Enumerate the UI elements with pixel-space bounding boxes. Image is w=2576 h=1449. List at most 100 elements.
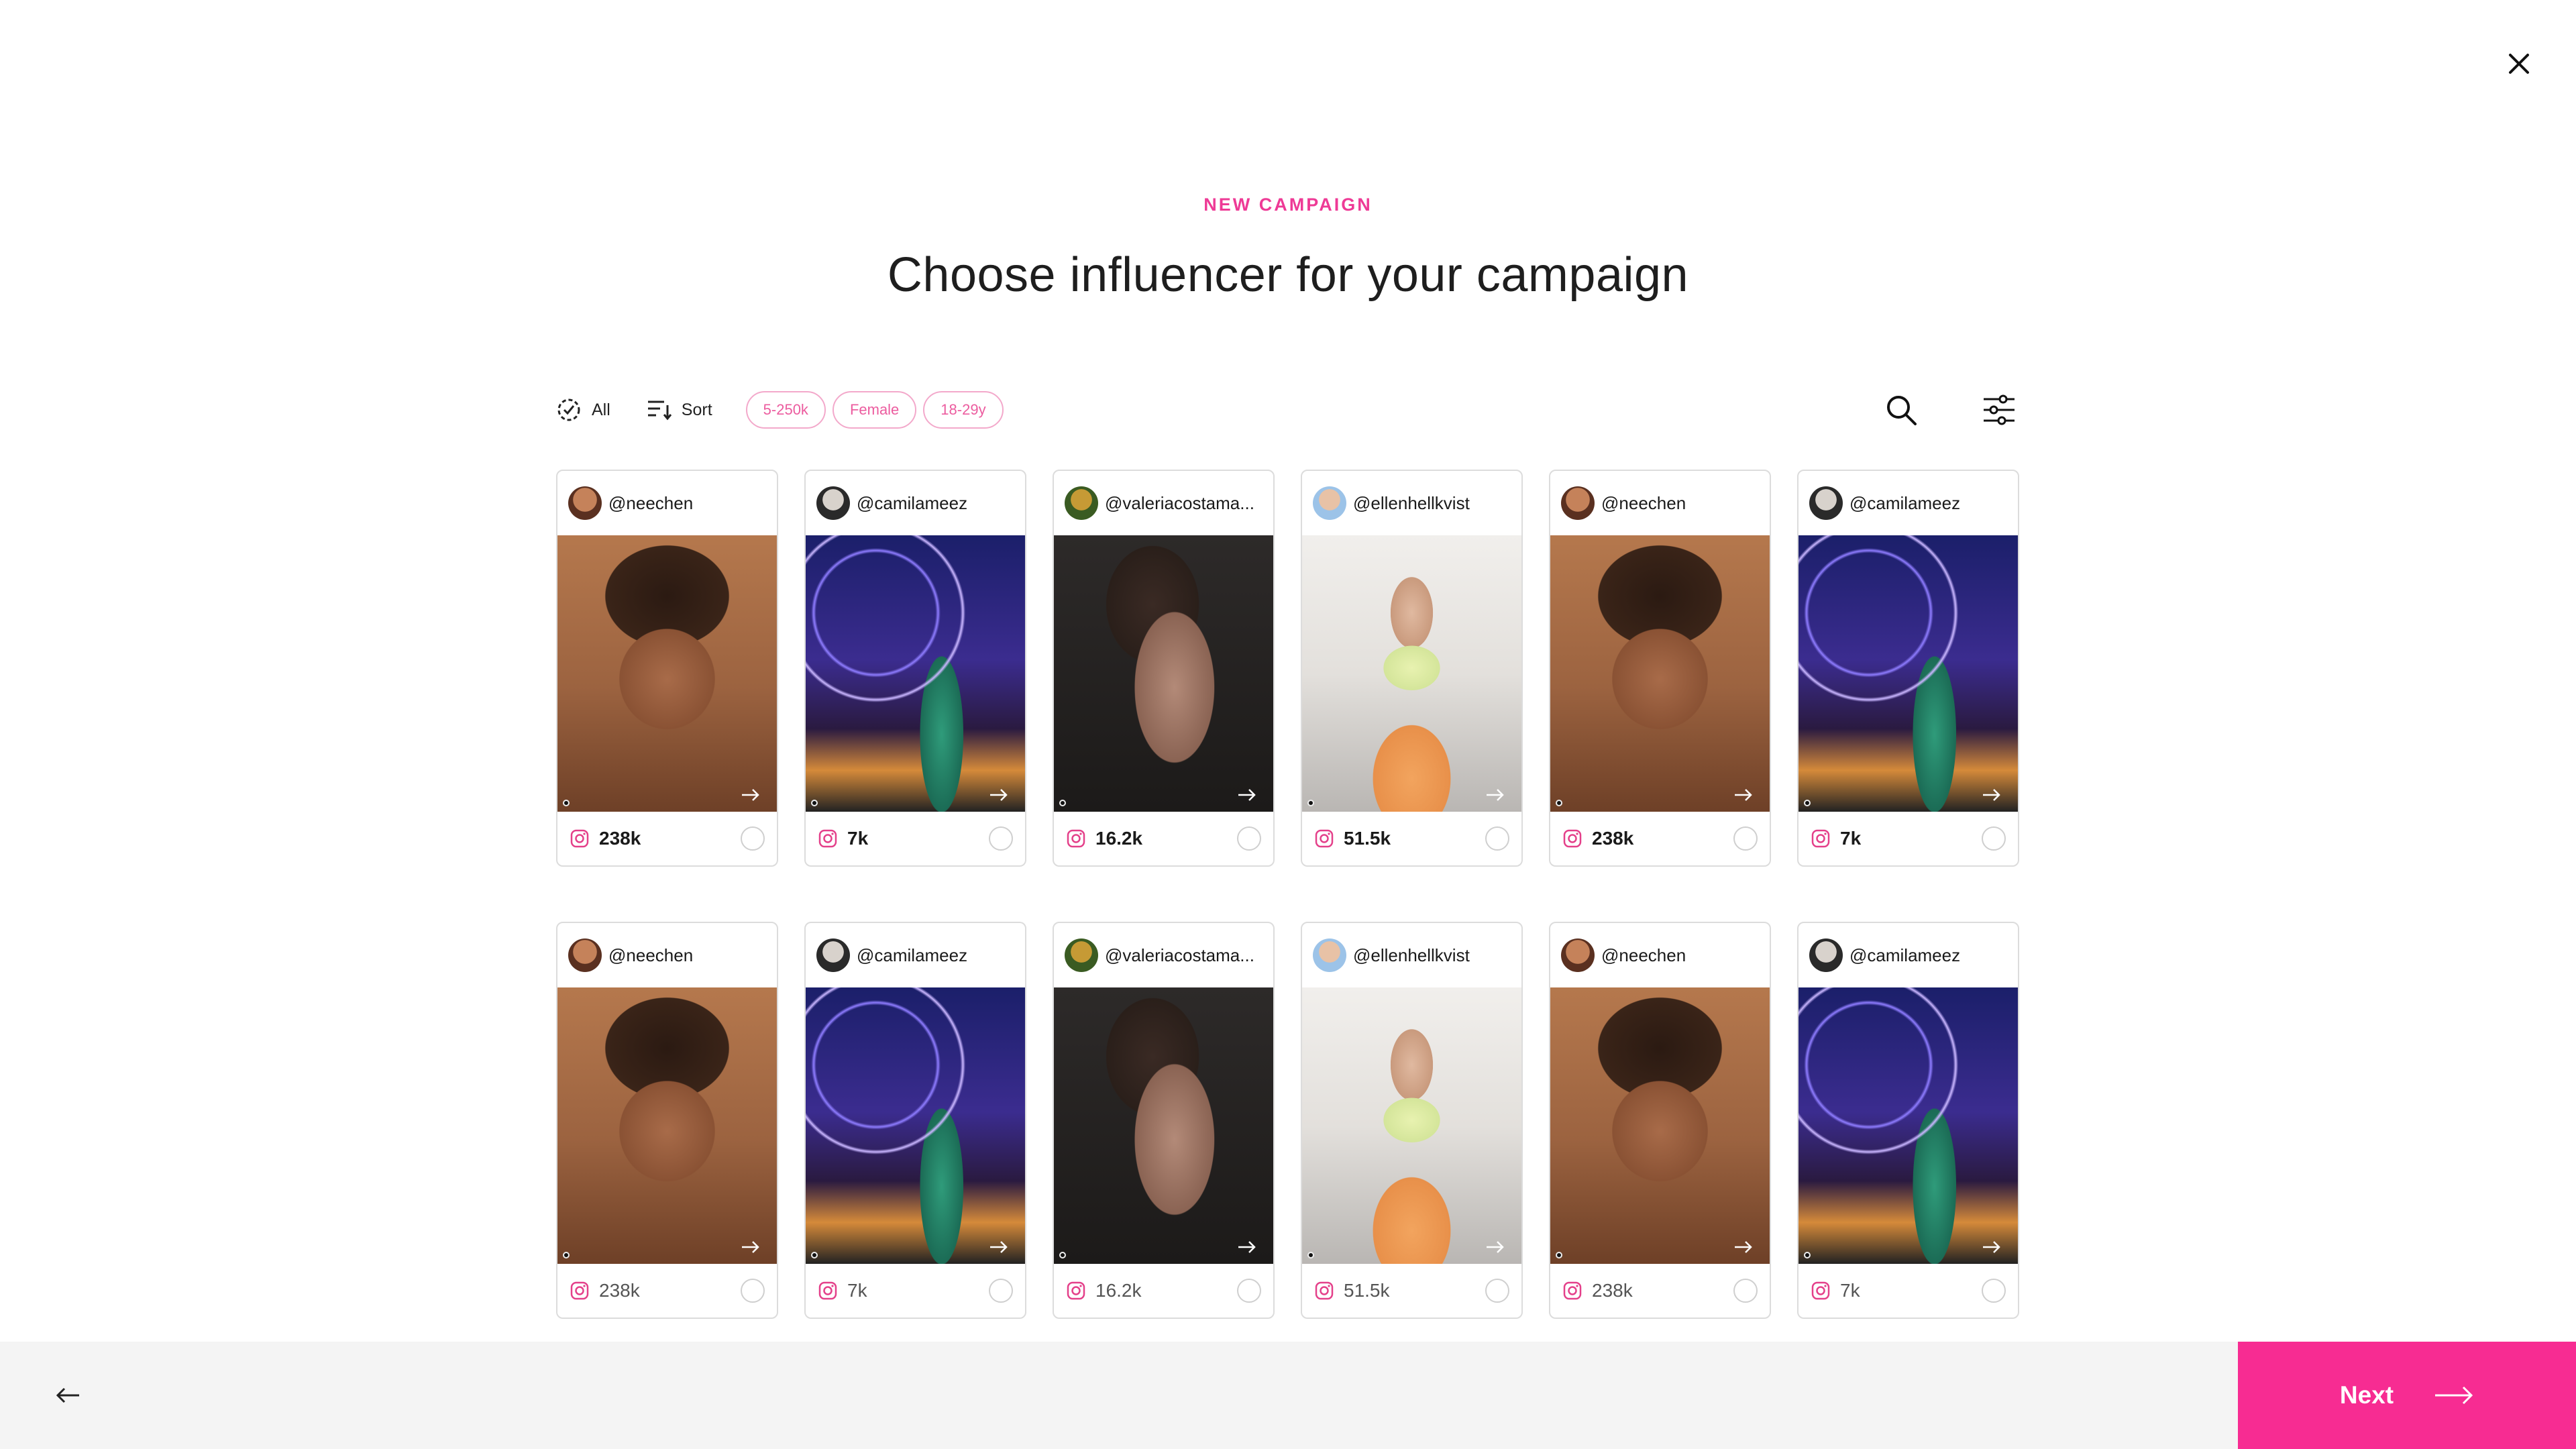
instagram-icon — [570, 1281, 589, 1300]
open-profile-arrow-icon[interactable] — [1237, 788, 1257, 802]
select-radio[interactable] — [1982, 826, 2006, 851]
card-footer: 7k — [806, 812, 1025, 865]
media-indicator — [1804, 1252, 1811, 1258]
filters-button[interactable] — [1978, 388, 2021, 431]
card-footer: 238k — [1550, 812, 1770, 865]
influencer-handle: @camilameez — [1849, 945, 1961, 965]
select-radio[interactable] — [989, 826, 1013, 851]
influencer-handle: @neechen — [608, 492, 694, 513]
influencer-handle: @camilameez — [857, 492, 968, 513]
card-footer: 16.2k — [1054, 1264, 1273, 1318]
instagram-icon — [1315, 829, 1334, 848]
influencer-handle: @ellenhellkvist — [1353, 492, 1470, 513]
select-radio[interactable] — [1485, 826, 1509, 851]
select-radio[interactable] — [989, 1279, 1013, 1303]
influencer-card[interactable]: @camilameez 7k — [1797, 470, 2019, 867]
all-filter-button[interactable]: All — [555, 396, 610, 423]
search-button[interactable] — [1880, 388, 1923, 431]
influencer-card[interactable]: @valeriacostama... 16.2k — [1053, 922, 1275, 1319]
influencer-card[interactable]: @ellenhellkvist 51.5k — [1301, 922, 1523, 1319]
influencer-card[interactable]: @neechen 238k — [1549, 470, 1771, 867]
influencer-photo[interactable] — [806, 535, 1025, 812]
influencer-photo[interactable] — [806, 987, 1025, 1264]
open-profile-arrow-icon[interactable] — [741, 788, 761, 802]
select-radio[interactable] — [1982, 1279, 2006, 1303]
card-footer: 7k — [1799, 812, 2018, 865]
influencer-grid: @neechen 238k @camilameez 7k @valeriacostama… — [556, 470, 2020, 1319]
media-indicator — [1307, 1252, 1314, 1258]
media-indicator — [811, 1252, 818, 1258]
influencer-card[interactable]: @valeriacostama... 16.2k — [1053, 470, 1275, 867]
media-indicator — [1307, 800, 1314, 806]
card-header: @ellenhellkvist — [1302, 923, 1521, 987]
influencer-photo[interactable] — [1550, 987, 1770, 1264]
select-radio[interactable] — [1733, 826, 1758, 851]
open-profile-arrow-icon[interactable] — [1982, 1240, 2002, 1254]
open-profile-arrow-icon[interactable] — [1485, 1240, 1505, 1254]
influencer-card[interactable]: @camilameez 7k — [804, 470, 1026, 867]
sort-button[interactable]: Sort — [647, 398, 712, 421]
influencer-photo[interactable] — [1302, 987, 1521, 1264]
media-indicator — [1059, 1252, 1066, 1258]
influencer-photo[interactable] — [557, 987, 777, 1264]
influencer-photo[interactable] — [1799, 535, 2018, 812]
avatar — [1561, 486, 1595, 520]
influencer-photo[interactable] — [557, 535, 777, 812]
select-radio[interactable] — [741, 1279, 765, 1303]
card-footer: 238k — [557, 1264, 777, 1318]
open-profile-arrow-icon[interactable] — [1733, 788, 1754, 802]
select-radio[interactable] — [1237, 1279, 1261, 1303]
media-indicator — [811, 800, 818, 806]
search-icon — [1887, 396, 1917, 425]
influencer-card[interactable]: @ellenhellkvist 51.5k — [1301, 470, 1523, 867]
influencer-card[interactable]: @neechen 238k — [1549, 922, 1771, 1319]
open-profile-arrow-icon[interactable] — [741, 1240, 761, 1254]
instagram-icon — [1811, 1281, 1830, 1300]
select-radio[interactable] — [1237, 826, 1261, 851]
card-footer: 7k — [1799, 1264, 2018, 1318]
select-radio[interactable] — [741, 826, 765, 851]
follower-count: 7k — [847, 828, 869, 849]
follower-count: 238k — [599, 1280, 640, 1301]
influencer-handle: @valeriacostama... — [1105, 945, 1254, 965]
avatar — [1809, 486, 1843, 520]
card-footer: 51.5k — [1302, 812, 1521, 865]
avatar — [1809, 938, 1843, 972]
bottom-bar: Next — [0, 1342, 2576, 1449]
follower-count: 7k — [1840, 1280, 1860, 1301]
select-radio[interactable] — [1485, 1279, 1509, 1303]
select-radio[interactable] — [1733, 1279, 1758, 1303]
influencer-card[interactable]: @camilameez 7k — [804, 922, 1026, 1319]
open-profile-arrow-icon[interactable] — [1237, 1240, 1257, 1254]
influencer-photo[interactable] — [1550, 535, 1770, 812]
influencer-handle: @camilameez — [1849, 492, 1961, 513]
open-profile-arrow-icon[interactable] — [1982, 788, 2002, 802]
influencer-photo[interactable] — [1799, 987, 2018, 1264]
instagram-icon — [1811, 829, 1830, 848]
avatar — [1313, 938, 1346, 972]
influencer-card[interactable]: @neechen 238k — [556, 470, 778, 867]
card-header: @neechen — [557, 471, 777, 535]
close-button[interactable] — [2496, 40, 2542, 87]
chip-gender[interactable]: Female — [832, 391, 917, 429]
influencer-card[interactable]: @neechen 238k — [556, 922, 778, 1319]
page-header: NEW CAMPAIGN Choose influencer for your … — [0, 195, 2576, 303]
instagram-icon — [1315, 1281, 1334, 1300]
chip-followers-range[interactable]: 5-250k — [745, 391, 826, 429]
influencer-photo[interactable] — [1302, 535, 1521, 812]
media-indicator — [563, 800, 570, 806]
chip-age-range[interactable]: 18-29y — [923, 391, 1004, 429]
open-profile-arrow-icon[interactable] — [1733, 1240, 1754, 1254]
card-header: @valeriacostama... — [1054, 923, 1273, 987]
follower-count: 51.5k — [1344, 1280, 1390, 1301]
card-header: @camilameez — [806, 923, 1025, 987]
influencer-photo[interactable] — [1054, 535, 1273, 812]
card-footer: 16.2k — [1054, 812, 1273, 865]
open-profile-arrow-icon[interactable] — [1485, 788, 1505, 802]
open-profile-arrow-icon[interactable] — [989, 1240, 1009, 1254]
back-button[interactable] — [47, 1374, 90, 1417]
influencer-card[interactable]: @camilameez 7k — [1797, 922, 2019, 1319]
influencer-photo[interactable] — [1054, 987, 1273, 1264]
open-profile-arrow-icon[interactable] — [989, 788, 1009, 802]
next-button[interactable]: Next — [2238, 1342, 2576, 1449]
